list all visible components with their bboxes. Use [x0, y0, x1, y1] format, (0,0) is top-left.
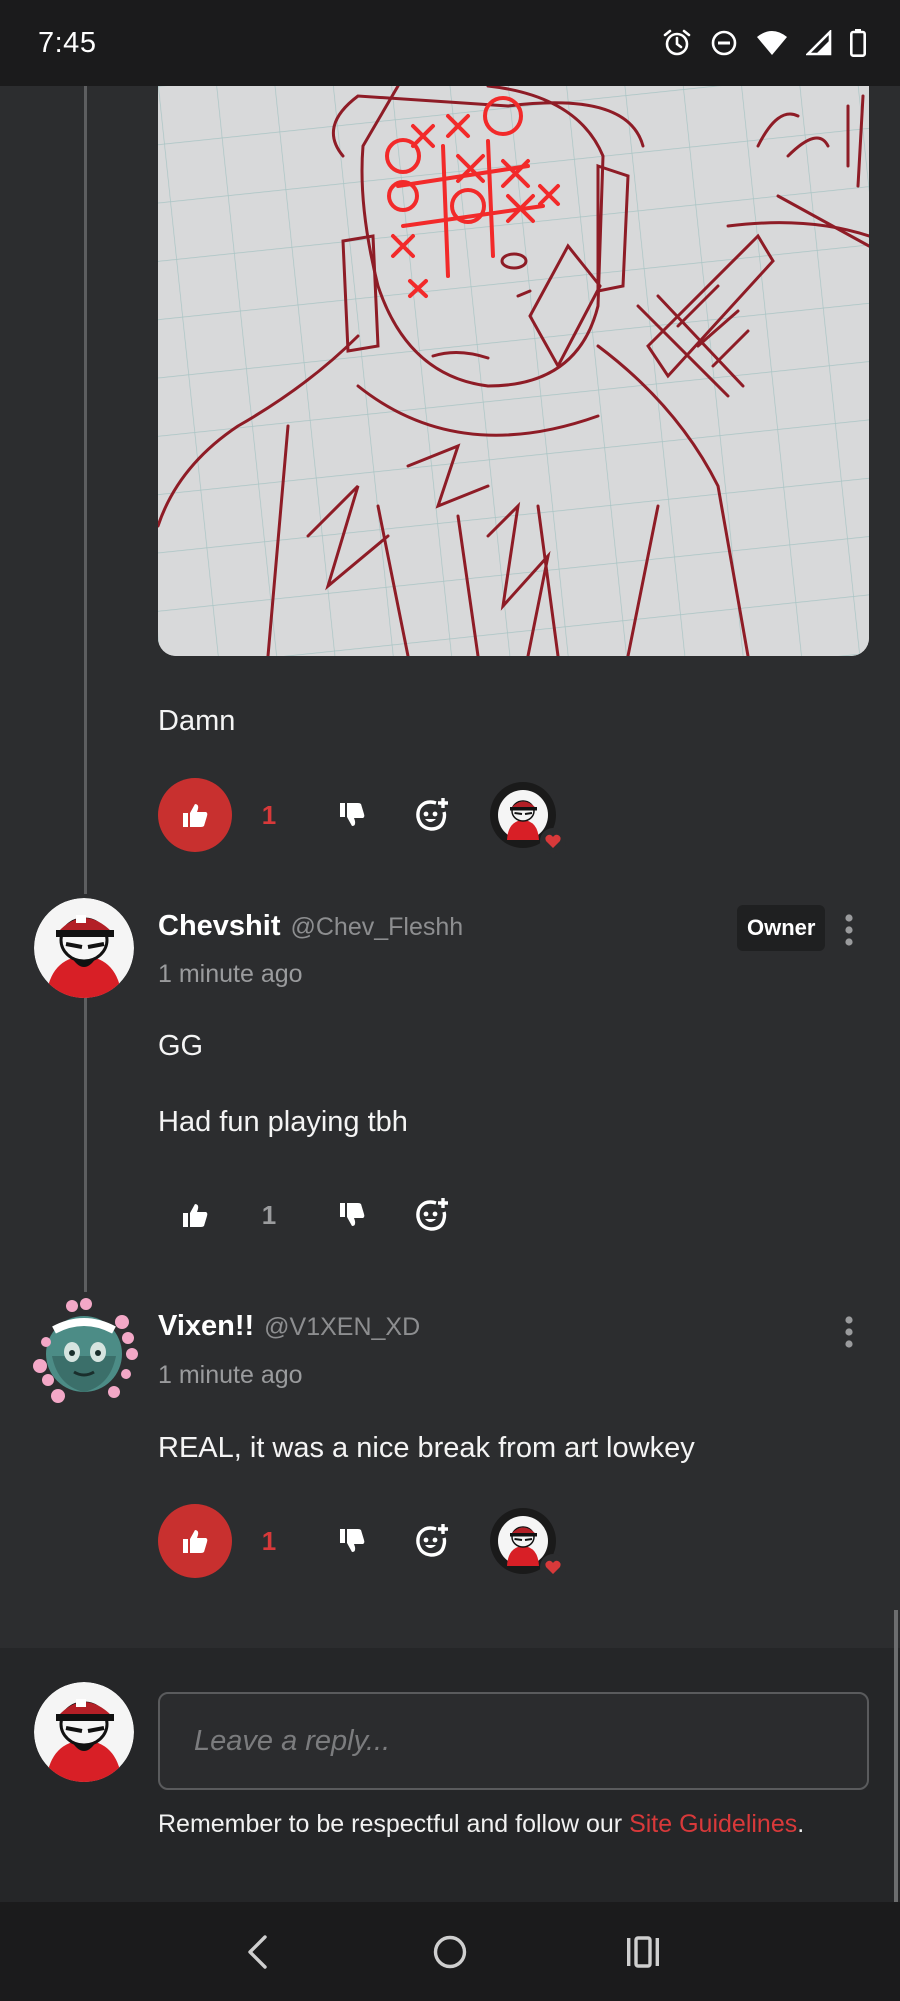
alarm-icon — [663, 29, 691, 56]
status-bar: 7:45 — [0, 0, 900, 86]
recents-icon — [627, 1935, 660, 1968]
recents-button[interactable] — [613, 1922, 673, 1982]
add-reaction-icon — [416, 1524, 448, 1557]
author-name[interactable]: Vixen!! — [158, 1310, 254, 1343]
scrollbar[interactable] — [894, 1610, 898, 1902]
comment-header: Chevshit @Chev_Fleshh — [158, 910, 463, 943]
more-vertical-icon — [845, 1316, 853, 1348]
add-reaction-button[interactable] — [402, 1511, 462, 1571]
comment-text: REAL, it was a nice break from art lowke… — [158, 1432, 695, 1464]
battery-icon — [850, 29, 866, 57]
add-reaction-button[interactable] — [402, 785, 462, 845]
avatar — [34, 1682, 134, 1782]
author-handle[interactable]: @V1XEN_XD — [264, 1313, 420, 1342]
home-button[interactable] — [420, 1922, 480, 1982]
owner-badge: Owner — [737, 905, 826, 951]
do-not-disturb-icon — [711, 30, 737, 56]
back-button[interactable] — [227, 1922, 287, 1982]
dislike-button[interactable] — [322, 1185, 382, 1245]
posted-image[interactable] — [158, 86, 869, 656]
like-button[interactable] — [158, 778, 232, 852]
like-count: 1 — [261, 1525, 277, 1556]
avatar[interactable] — [34, 898, 134, 998]
comment-text: GG — [158, 1030, 204, 1062]
status-time: 7:45 — [38, 26, 97, 59]
comment-text: Had fun playing tbh — [158, 1106, 408, 1138]
guidelines-suffix: . — [797, 1810, 805, 1838]
heart-icon — [540, 1554, 566, 1580]
guidelines-note: Remember to be respectful and follow our… — [158, 1810, 804, 1839]
thumbs-down-icon — [340, 803, 365, 826]
like-count: 1 — [261, 1199, 277, 1230]
screen: 7:45 Damn 1 Chevshit @Chev_Fleshh Owner … — [0, 0, 900, 2001]
comment-text: Damn — [158, 705, 236, 737]
like-count: 1 — [261, 799, 277, 830]
thumbs-down-icon — [340, 1203, 365, 1226]
comment-actions: 1 — [158, 1504, 566, 1580]
add-reaction-icon — [416, 1198, 448, 1231]
more-vertical-icon — [845, 914, 853, 946]
comment-header: Vixen!! @V1XEN_XD — [158, 1310, 420, 1343]
back-icon — [247, 1934, 267, 1969]
site-guidelines-link[interactable]: Site Guidelines — [629, 1810, 797, 1838]
like-button[interactable] — [158, 1504, 232, 1578]
reaction-avatar[interactable] — [490, 782, 566, 854]
thread-line — [84, 994, 87, 1292]
thumbs-down-icon — [340, 1529, 365, 1552]
reply-composer: Remember to be respectful and follow our… — [0, 1648, 900, 1902]
comment-actions: 1 — [158, 1178, 462, 1252]
heart-icon — [540, 828, 566, 854]
more-options-button[interactable] — [836, 1312, 862, 1352]
thumbs-up-icon — [183, 804, 208, 827]
thread-line — [84, 86, 87, 894]
like-button[interactable] — [158, 1178, 232, 1252]
comment-time: 1 minute ago — [158, 1361, 303, 1389]
wifi-icon — [757, 31, 787, 55]
dislike-button[interactable] — [322, 1511, 382, 1571]
author-name[interactable]: Chevshit — [158, 910, 280, 943]
author-handle[interactable]: @Chev_Fleshh — [290, 913, 463, 942]
more-options-button[interactable] — [836, 910, 862, 950]
thumbs-up-icon — [183, 1530, 208, 1553]
signal-icon — [806, 30, 832, 56]
comment-time: 1 minute ago — [158, 960, 303, 988]
add-reaction-icon — [416, 798, 448, 831]
guidelines-text: Remember to be respectful and follow our — [158, 1810, 630, 1838]
thumbs-up-icon — [183, 1204, 208, 1227]
dislike-button[interactable] — [322, 785, 382, 845]
navigation-bar — [0, 1902, 900, 2001]
status-icons — [662, 28, 866, 58]
avatar[interactable] — [28, 1296, 140, 1408]
home-icon — [433, 1935, 467, 1968]
add-reaction-button[interactable] — [402, 1185, 462, 1245]
comment-actions: 1 — [158, 778, 566, 854]
reply-input[interactable] — [158, 1692, 869, 1790]
reaction-avatar[interactable] — [490, 1508, 566, 1580]
